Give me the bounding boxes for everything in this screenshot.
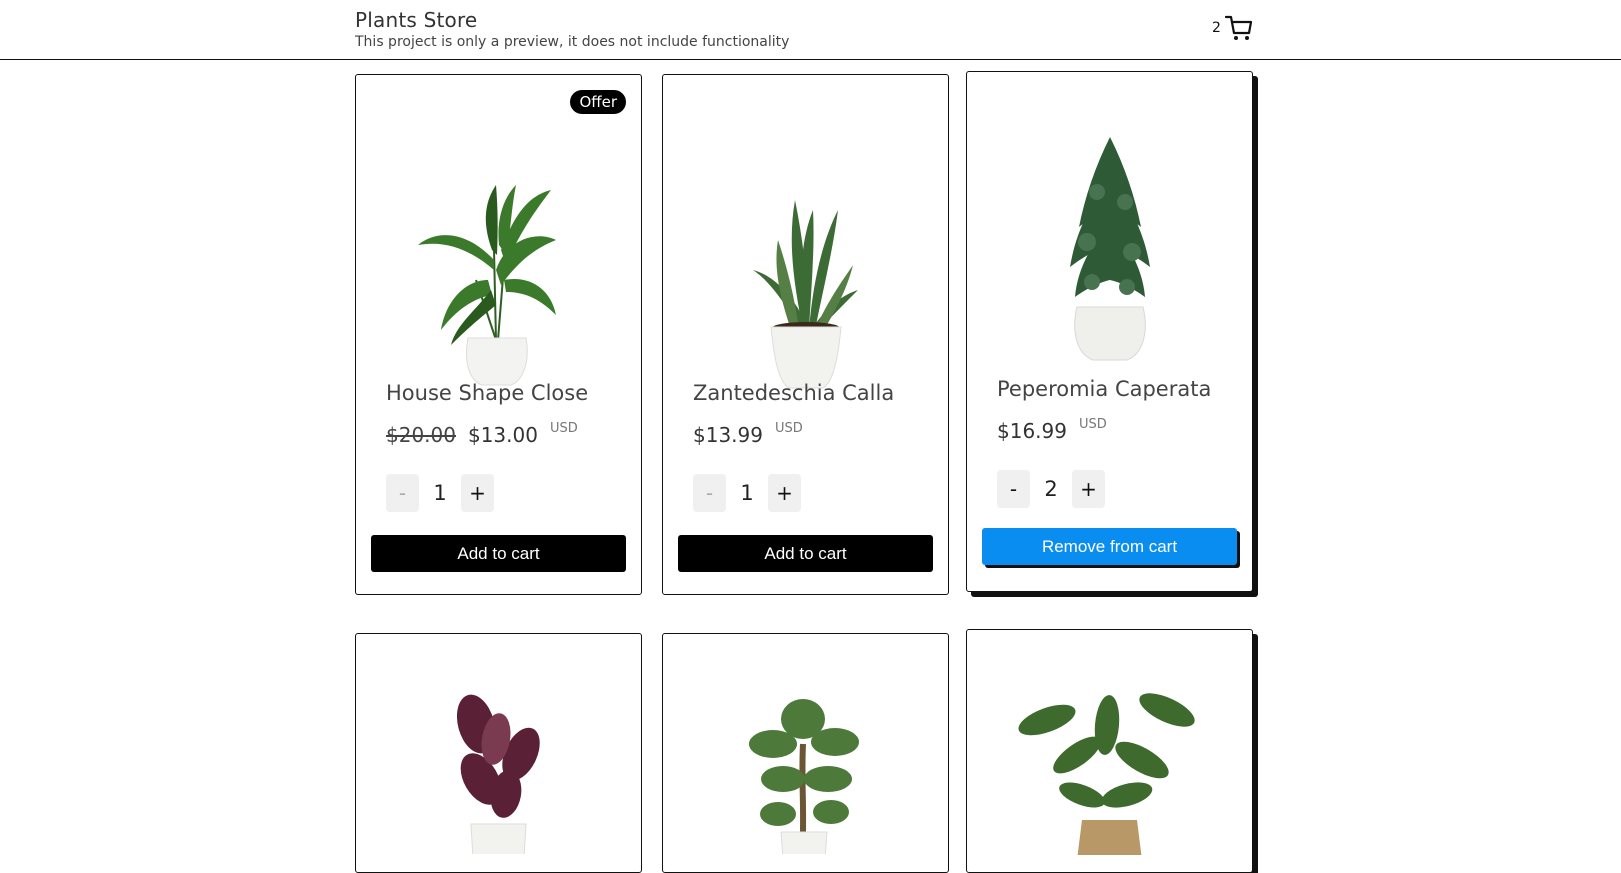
product-card: Offer House Shape Close $20.00 $13.00 US… xyxy=(355,74,642,595)
currency-label: USD xyxy=(1078,417,1107,432)
currency-label: USD xyxy=(549,421,578,436)
original-price: $20.00 xyxy=(386,423,456,447)
price: $16.99 xyxy=(997,419,1067,443)
product-card: Zantedeschia Calla $13.99 USD - 1 + Add … xyxy=(662,74,949,595)
currency-label: USD xyxy=(774,421,803,436)
calathea-plant-image xyxy=(456,694,540,854)
quantity-value: 1 xyxy=(740,481,754,505)
remove-from-cart-button[interactable]: Remove from cart xyxy=(982,528,1237,565)
product-card xyxy=(355,633,642,873)
brand: Plants Store This project is only a prev… xyxy=(355,8,789,50)
shopping-cart-icon xyxy=(1224,15,1253,40)
decrease-quantity-button[interactable]: - xyxy=(386,474,419,512)
add-to-cart-button[interactable]: Add to cart xyxy=(371,535,626,572)
product-name: House Shape Close xyxy=(386,381,589,405)
price-row: $16.99 USD xyxy=(997,417,1107,443)
quantity-value: 2 xyxy=(1044,477,1058,501)
araucaria-plant-image xyxy=(749,699,859,854)
quantity-stepper: - 1 + xyxy=(386,474,494,512)
product-card xyxy=(662,633,949,873)
plant-image xyxy=(753,200,858,389)
decrease-quantity-button[interactable]: - xyxy=(997,470,1030,508)
add-to-cart-button[interactable]: Add to cart xyxy=(678,535,933,572)
store-subtitle: This project is only a preview, it does … xyxy=(355,34,790,50)
product-card: Peperomia Caperata $16.99 USD - 2 + Remo… xyxy=(966,71,1253,592)
store-title: Plants Store xyxy=(355,8,478,32)
price: $13.99 xyxy=(693,423,763,447)
cart-button[interactable]: 2 xyxy=(1212,14,1253,42)
product-name: Zantedeschia Calla xyxy=(693,381,895,405)
increase-quantity-button[interactable]: + xyxy=(768,474,801,512)
product-card xyxy=(966,629,1253,873)
sale-price: $13.00 xyxy=(467,423,538,447)
price-row: $20.00 $13.00 USD xyxy=(386,421,578,447)
plant-image xyxy=(418,185,556,386)
increase-quantity-button[interactable]: + xyxy=(461,474,494,512)
site-header: Plants Store This project is only a prev… xyxy=(0,0,1621,60)
offer-badge: Offer xyxy=(570,90,626,114)
quantity-stepper: - 1 + xyxy=(693,474,801,512)
cart-count: 2 xyxy=(1212,20,1221,36)
decrease-quantity-button[interactable]: - xyxy=(693,474,726,512)
calathea-burlap-plant-image xyxy=(1018,693,1195,855)
price-row: $13.99 USD xyxy=(693,421,803,447)
quantity-value: 1 xyxy=(433,481,447,505)
increase-quantity-button[interactable]: + xyxy=(1072,470,1105,508)
quantity-stepper: - 2 + xyxy=(997,470,1105,508)
product-name: Peperomia Caperata xyxy=(997,377,1212,401)
plant-image xyxy=(1070,137,1150,361)
